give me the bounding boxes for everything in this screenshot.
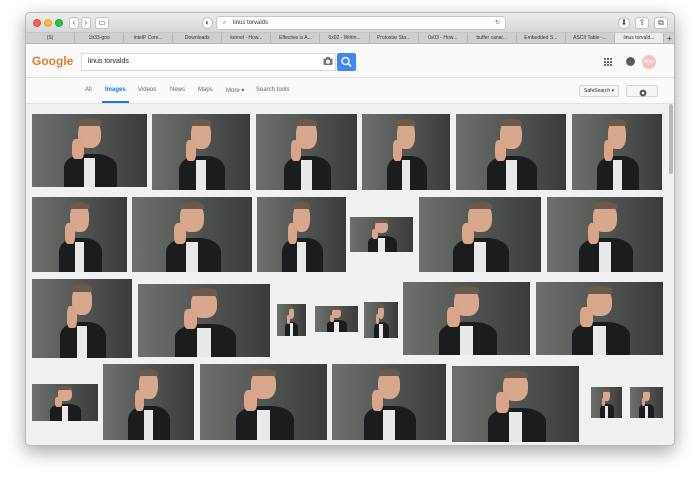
search-input[interactable]: linus torvalds [81,53,336,71]
reload-icon[interactable]: ↻ [495,17,500,29]
tab[interactable]: Embedded S... [517,33,566,43]
image-result-thumbnail[interactable] [32,384,98,421]
zoom-window-button[interactable] [55,19,63,27]
settings-button[interactable] [626,85,658,97]
browser-window: ‹ › ▭ ◐ ⌕ linus torvalds ↻ ⬇ ⇪ ⧉ (S) 1b3… [25,12,675,446]
privacy-icon[interactable]: ◐ [202,17,213,29]
image-result-thumbnail[interactable] [364,302,398,338]
image-result-thumbnail[interactable] [419,197,541,272]
tab[interactable]: (S) [26,33,76,43]
image-result-thumbnail[interactable] [452,366,579,442]
google-logo[interactable]: Google [32,54,73,68]
image-result-thumbnail[interactable] [630,387,663,418]
new-tab-button[interactable]: + [664,33,674,43]
tab-news[interactable]: News [170,87,185,93]
tab[interactable]: kernel - How... [222,33,272,43]
search-icon [341,56,352,68]
image-result-thumbnail[interactable] [362,114,450,190]
image-result-thumbnail[interactable] [257,197,346,272]
close-window-button[interactable] [33,19,41,27]
share-icon[interactable]: ⇪ [635,17,649,29]
tab-images[interactable]: Images [105,87,126,93]
active-tab-indicator [102,101,129,103]
tab[interactable]: buffer canar... [468,33,517,43]
image-result-thumbnail[interactable] [32,279,132,358]
image-result-thumbnail[interactable] [32,114,147,187]
sidebar-toggle-icon[interactable]: ▭ [95,17,109,29]
tab-active[interactable]: linus torvald... [614,33,665,43]
tab-all[interactable]: All [85,87,92,93]
browser-toolbar: ‹ › ▭ ◐ ⌕ linus torvalds ↻ ⬇ ⇪ ⧉ [26,13,674,33]
tab[interactable]: Downloads [173,33,223,43]
downloads-icon[interactable]: ⬇ [618,17,630,29]
image-result-thumbnail[interactable] [332,364,446,440]
image-result-thumbnail[interactable] [591,387,622,418]
tab-strip: (S) 1b33-goo intelP Core... Downloads ke… [26,33,674,44]
tab[interactable]: intelP Core... [124,33,174,43]
image-result-thumbnail[interactable] [277,304,306,336]
tab[interactable]: ASCII Table -... [566,33,615,43]
minimize-window-button[interactable] [44,19,52,27]
image-result-thumbnail[interactable] [256,114,357,190]
image-result-thumbnail[interactable] [572,114,662,190]
notifications-icon[interactable] [626,57,635,66]
image-result-thumbnail[interactable] [200,364,327,440]
image-result-thumbnail[interactable] [152,114,250,190]
tab-videos[interactable]: Videos [138,87,156,93]
search-button[interactable] [337,53,356,71]
tab[interactable]: 0x03 - How... [419,33,468,43]
image-result-thumbnail[interactable] [350,217,413,252]
image-result-thumbnail[interactable] [547,197,663,272]
image-result-thumbnail[interactable] [456,114,566,190]
image-results-grid [26,104,674,445]
tab-maps[interactable]: Maps [198,87,213,93]
tabs-overview-icon[interactable]: ⧉ [654,17,668,29]
tab[interactable]: 0x02 - Writin... [320,33,370,43]
gear-icon [639,89,647,97]
avatar[interactable]: Mac [642,55,656,69]
tab[interactable]: 1b33-goo [75,33,125,43]
image-result-thumbnail[interactable] [315,306,358,332]
forward-button[interactable]: › [81,17,91,29]
image-result-thumbnail[interactable] [536,282,663,355]
back-button[interactable]: ‹ [69,17,79,29]
search-nav: All Images Videos News Maps More ▾ Searc… [26,78,674,104]
camera-icon[interactable] [323,56,333,66]
image-result-thumbnail[interactable] [403,282,530,355]
search-tools-button[interactable]: Search tools [256,87,289,93]
search-icon: ⌕ [223,20,227,26]
scrollbar[interactable] [669,104,673,174]
safesearch-dropdown[interactable]: SafeSearch ▾ [579,85,619,97]
tab-more[interactable]: More ▾ [226,87,244,94]
image-result-thumbnail[interactable] [132,197,252,272]
address-bar[interactable]: ⌕ linus torvalds ↻ [216,16,506,30]
image-result-thumbnail[interactable] [32,197,127,272]
tab[interactable]: Protostar Sta... [370,33,419,43]
apps-grid-icon[interactable] [604,58,612,66]
image-result-thumbnail[interactable] [138,284,270,357]
image-result-thumbnail[interactable] [103,364,194,440]
google-header: Google linus torvalds Mac [26,44,674,78]
tab[interactable]: Effective is A... [271,33,321,43]
address-text: linus torvalds [233,20,269,26]
